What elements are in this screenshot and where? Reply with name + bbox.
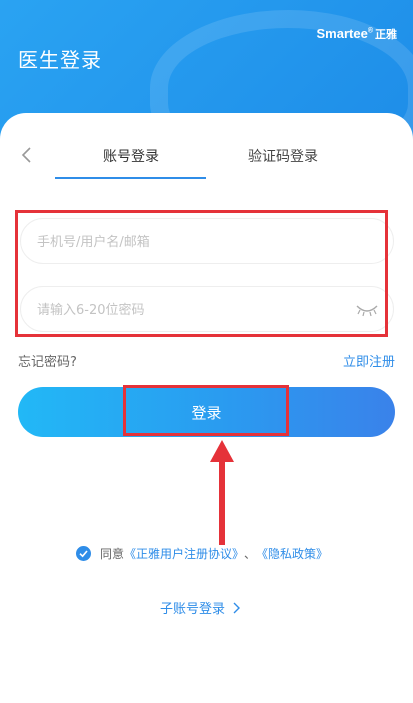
page-title: 医生登录 xyxy=(18,48,102,72)
back-button[interactable] xyxy=(18,146,36,164)
user-agreement-link[interactable]: 《正雅用户注册协议》 xyxy=(124,545,244,562)
annotation-box-fields xyxy=(15,210,388,337)
annotation-box-login xyxy=(123,385,289,436)
brand-logo: Smartee® 正雅 xyxy=(317,26,397,42)
forgot-password-link[interactable]: 忘记密码? xyxy=(18,351,77,370)
agreement-row: 同意 《正雅用户注册协议》 、 《隐私政策》 xyxy=(76,545,328,562)
sub-account-label: 子账号登录 xyxy=(160,602,226,617)
sub-account-login-link[interactable]: 子账号登录 xyxy=(160,598,241,617)
annotation-arrow-icon xyxy=(210,440,234,545)
active-tab-indicator xyxy=(55,177,206,179)
register-link[interactable]: 立即注册 xyxy=(343,351,395,370)
agreement-prefix: 同意 xyxy=(100,547,125,561)
brand-name: Smartee xyxy=(316,26,368,41)
agreement-separator: 、 xyxy=(244,547,257,561)
back-arrow-icon xyxy=(21,147,31,163)
tab-account-login[interactable]: 账号登录 xyxy=(103,146,159,166)
check-circle-icon[interactable] xyxy=(76,546,91,561)
privacy-policy-link[interactable]: 《隐私政策》 xyxy=(256,545,328,562)
brand-cn: 正雅 xyxy=(375,29,397,41)
brand-mark: ® xyxy=(367,27,373,35)
tab-code-login[interactable]: 验证码登录 xyxy=(248,146,318,166)
chevron-right-icon xyxy=(233,602,241,613)
